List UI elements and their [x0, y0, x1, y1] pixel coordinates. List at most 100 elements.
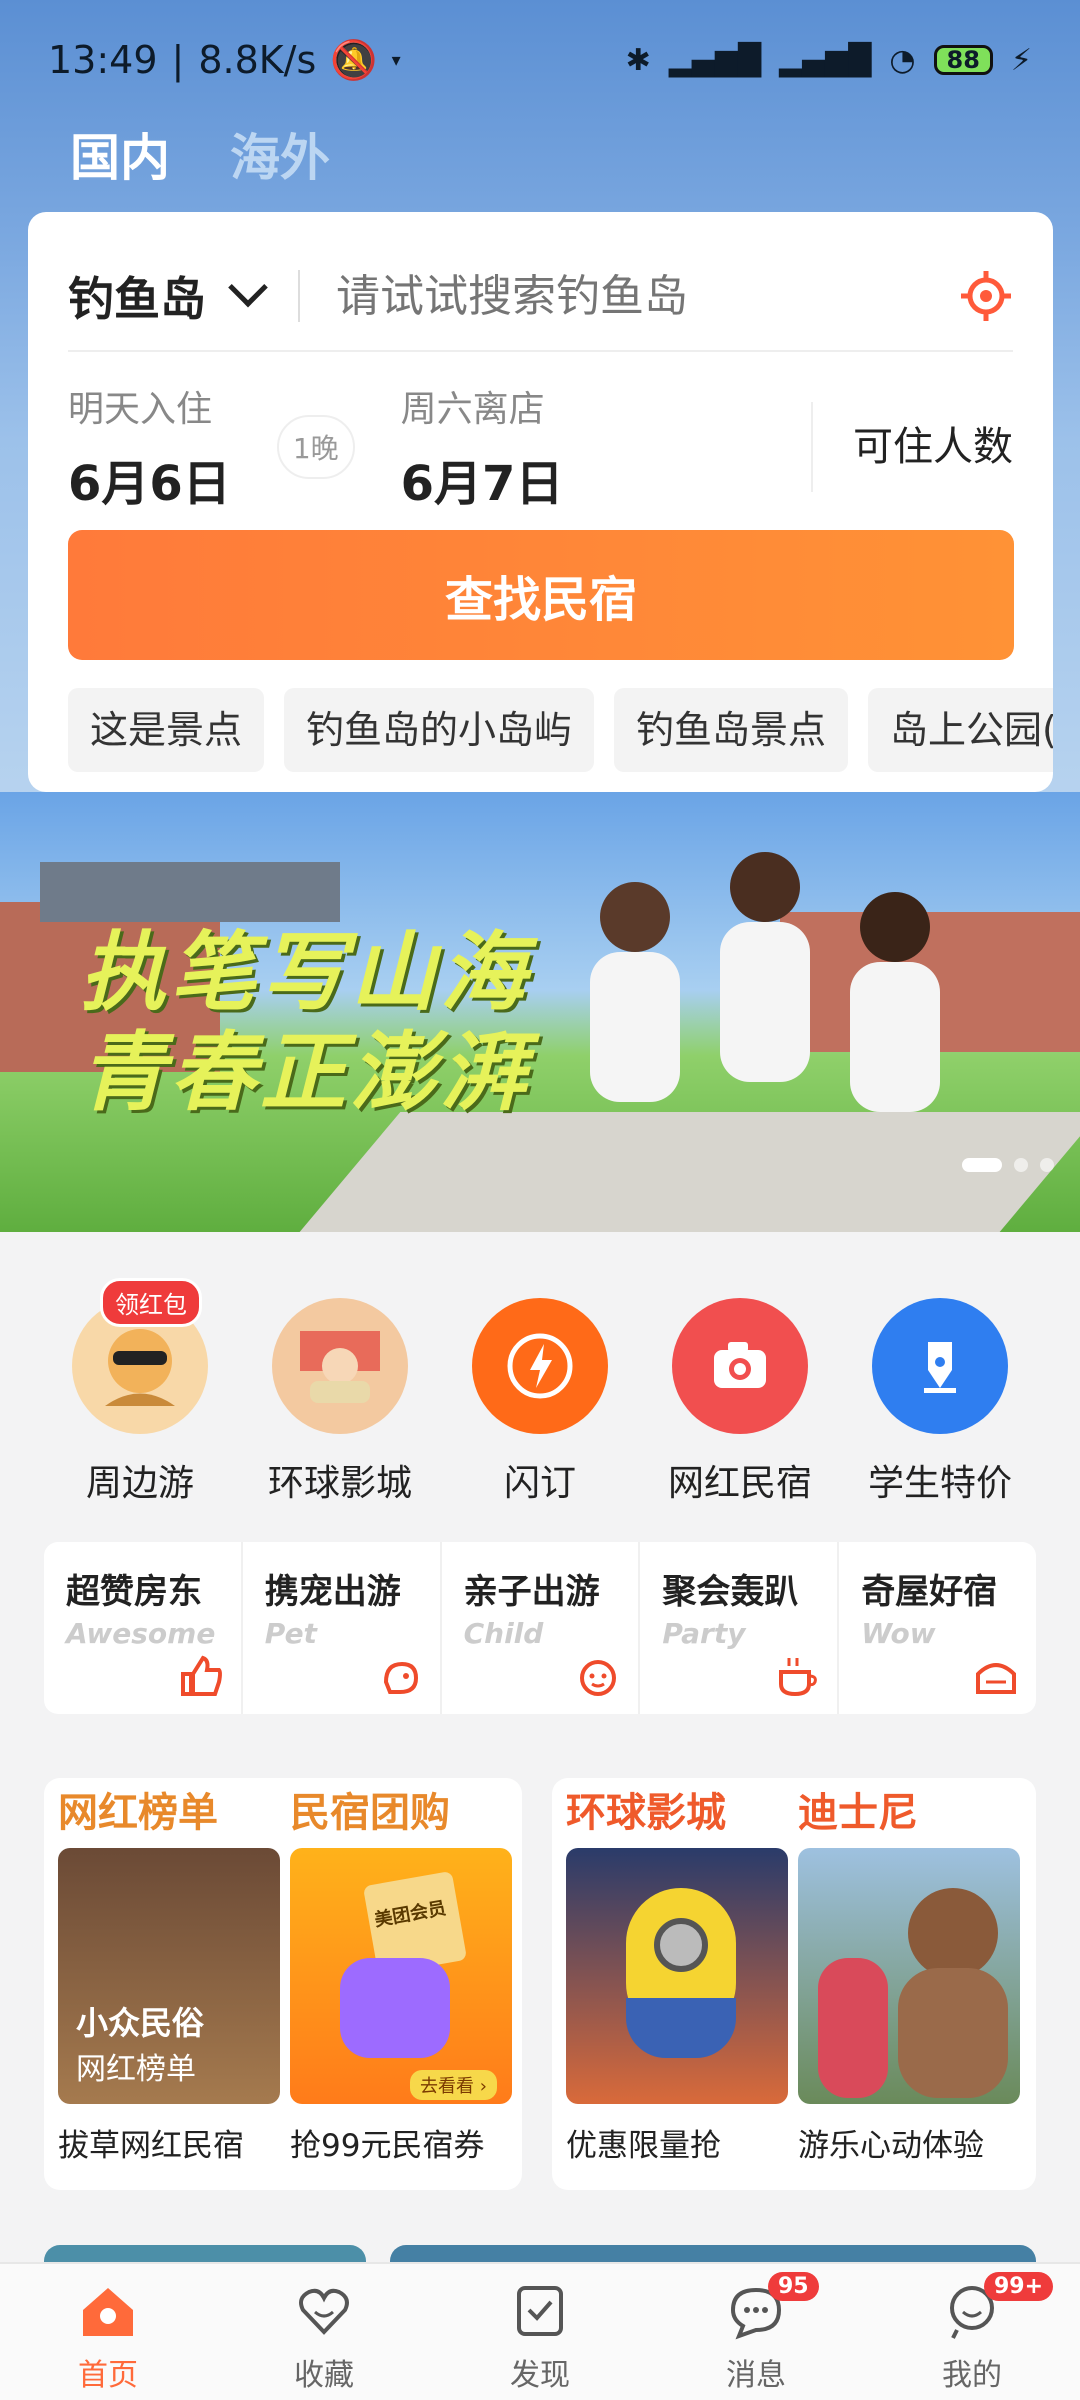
pen-icon	[872, 1298, 1008, 1434]
bottom-nav: 首页 收藏 发现 95 消息 99+ 我的	[0, 2262, 1080, 2400]
theme-subtitle: Party	[662, 1617, 746, 1650]
divider	[298, 270, 300, 322]
category-flash[interactable]: 闪订	[440, 1298, 640, 1506]
universal-icon	[272, 1298, 408, 1434]
theme-wow[interactable]: 奇屋好宿 Wow	[839, 1542, 1036, 1714]
cup-icon	[779, 1658, 818, 1697]
suggestion-chips: 这是景点 钓鱼岛的小岛屿 钓鱼岛景点 岛上公园(钅	[68, 688, 1053, 772]
promo-head: 网红榜单	[58, 1790, 218, 1836]
promo-caption: 拔草网红民宿	[58, 2128, 244, 2164]
theme-card: 超赞房东 Awesome 携宠出游 Pet 亲子出游 Child 聚会轰趴 Pa…	[44, 1542, 1036, 1714]
nav-label: 消息	[726, 2358, 786, 2393]
promo-caption: 抢99元民宿券	[290, 2128, 485, 2164]
nav-label: 我的	[942, 2358, 1002, 2393]
runner-figure	[730, 852, 800, 922]
discover-icon	[517, 2286, 563, 2336]
nav-label: 收藏	[294, 2358, 354, 2393]
chipmunk-body	[898, 1968, 1008, 2098]
promo-image	[566, 1848, 788, 2104]
banner-path	[299, 1112, 1080, 1232]
locate-icon[interactable]	[959, 269, 1013, 323]
flash-icon	[472, 1298, 608, 1434]
promo-groupbuy[interactable]: 民宿团购 美团会员 去看看 › 抢99元民宿券	[290, 1778, 512, 2165]
nav-home[interactable]: 首页	[0, 2264, 216, 2400]
status-time: 13:49	[48, 38, 158, 82]
suggestion-chip[interactable]: 钓鱼岛景点	[614, 688, 849, 772]
minion-overalls	[626, 1998, 736, 2058]
nav-profile[interactable]: 99+ 我的	[864, 2264, 1080, 2400]
category-label: 网红民宿	[667, 1463, 812, 1504]
runner-figure	[590, 952, 680, 1102]
category-label: 学生特价	[867, 1463, 1012, 1504]
promo-overlay-title: 小众民俗	[76, 2004, 205, 2042]
wifi-icon: ◔	[889, 42, 916, 78]
category-universal[interactable]: 环球影城	[240, 1298, 440, 1506]
go-see-button[interactable]: 去看看 ›	[410, 2070, 497, 2100]
category-label: 周边游	[85, 1463, 194, 1504]
theme-awesome-host[interactable]: 超赞房东 Awesome	[44, 1542, 243, 1714]
tab-overseas[interactable]: 海外	[230, 118, 330, 190]
suggestion-chip[interactable]: 钓鱼岛的小岛屿	[284, 688, 595, 772]
nav-favorites[interactable]: 收藏	[216, 2264, 432, 2400]
theme-title: 亲子出游	[463, 1572, 600, 1612]
promo-disney[interactable]: 迪士尼 游乐心动体验	[798, 1778, 1020, 2165]
category-section: 领红包 周边游 环球影城 闪订 网红民宿 学生特价	[0, 1232, 1080, 1522]
status-left: 13:49 | 8.8K/s 🔕 ▾	[48, 38, 401, 83]
promo-card-right: 环球影城 优惠限量抢 迪士尼 游乐心动体验	[552, 1778, 1036, 2190]
chipmunk-head	[908, 1888, 998, 1978]
house-icon	[975, 1663, 1016, 1694]
suggestion-chip[interactable]: 这是景点	[68, 688, 265, 772]
nav-messages[interactable]: 95 消息	[648, 2264, 864, 2400]
theme-party[interactable]: 聚会轰趴 Party	[640, 1542, 840, 1714]
red-packet-badge: 领红包	[100, 1278, 202, 1327]
search-card: 钓鱼岛 明天入住 6月6日 1晚 周六离店 6月7日 可住人数 查找民宿	[28, 212, 1053, 792]
nav-discover[interactable]: 发现	[432, 2264, 648, 2400]
date-row: 明天入住 6月6日 1晚 周六离店 6月7日 可住人数	[68, 372, 1013, 522]
pagination-dot	[1014, 1158, 1028, 1172]
checkin-label: 明天入住	[68, 389, 213, 430]
status-right: ✱ ▂▄▆█ ▂▄▆█ ◔ 88 ⚡	[626, 43, 1032, 78]
tab-domestic[interactable]: 国内	[70, 118, 170, 190]
category-influencer[interactable]: 网红民宿	[640, 1298, 840, 1506]
theme-title: 携宠出游	[264, 1572, 401, 1612]
category-nearby[interactable]: 领红包 周边游	[40, 1278, 240, 1506]
nav-label: 发现	[510, 2358, 570, 2393]
city-selector[interactable]: 钓鱼岛	[68, 263, 206, 329]
promo-head: 环球影城	[566, 1790, 726, 1836]
runner-figure	[850, 962, 940, 1112]
status-bar: 13:49 | 8.8K/s 🔕 ▾ ✱ ▂▄▆█ ▂▄▆█ ◔ 88 ⚡	[0, 0, 1080, 120]
checkout-date: 6月7日	[400, 456, 564, 512]
chevron-down-icon[interactable]	[228, 267, 268, 308]
mute-icon: 🔕	[330, 37, 378, 82]
theme-title: 超赞房东	[66, 1572, 202, 1612]
status-divider: |	[171, 38, 185, 82]
promo-ranking[interactable]: 网红榜单 小众民俗 网红榜单 拔草网红民宿	[58, 1778, 280, 2165]
charging-icon: ⚡	[1010, 42, 1032, 78]
theme-child[interactable]: 亲子出游 Child	[442, 1542, 641, 1714]
category-student[interactable]: 学生特价	[840, 1298, 1040, 1506]
dropdown-mini-icon: ▾	[391, 49, 401, 71]
banner-title-line2: 青春正澎湃	[80, 1023, 530, 1123]
promo-card-left: 网红榜单 小众民俗 网红榜单 拔草网红民宿 民宿团购 美团会员 去看看 › 抢9…	[44, 1778, 522, 2190]
home-icon	[83, 2288, 133, 2336]
theme-subtitle: Pet	[264, 1617, 317, 1650]
promo-universal[interactable]: 环球影城 优惠限量抢	[566, 1778, 788, 2165]
message-count-badge: 95	[768, 2272, 819, 2301]
search-button[interactable]: 查找民宿	[68, 530, 1014, 660]
checkin-block[interactable]: 明天入住 6月6日	[68, 380, 231, 514]
promo-banner[interactable]: 执笔写山海 青春正澎湃	[0, 792, 1080, 1232]
theme-pet[interactable]: 携宠出游 Pet	[243, 1542, 442, 1714]
promo-image: 小众民俗 网红榜单	[58, 1848, 280, 2104]
suggestion-chip[interactable]: 岛上公园(钅	[868, 688, 1053, 772]
performer-figure	[818, 1958, 888, 2098]
search-input[interactable]	[336, 270, 959, 322]
checkout-label: 周六离店	[400, 389, 545, 430]
runner-figure	[600, 882, 670, 952]
theme-subtitle: Awesome	[66, 1617, 216, 1650]
promo-image	[798, 1848, 1020, 2104]
promo-caption: 游乐心动体验	[798, 2128, 984, 2164]
mascot	[340, 1958, 450, 2058]
guests-selector[interactable]: 可住人数	[811, 402, 1013, 492]
checkout-block[interactable]: 周六离店 6月7日	[401, 380, 564, 514]
bluetooth-icon: ✱	[625, 42, 651, 78]
